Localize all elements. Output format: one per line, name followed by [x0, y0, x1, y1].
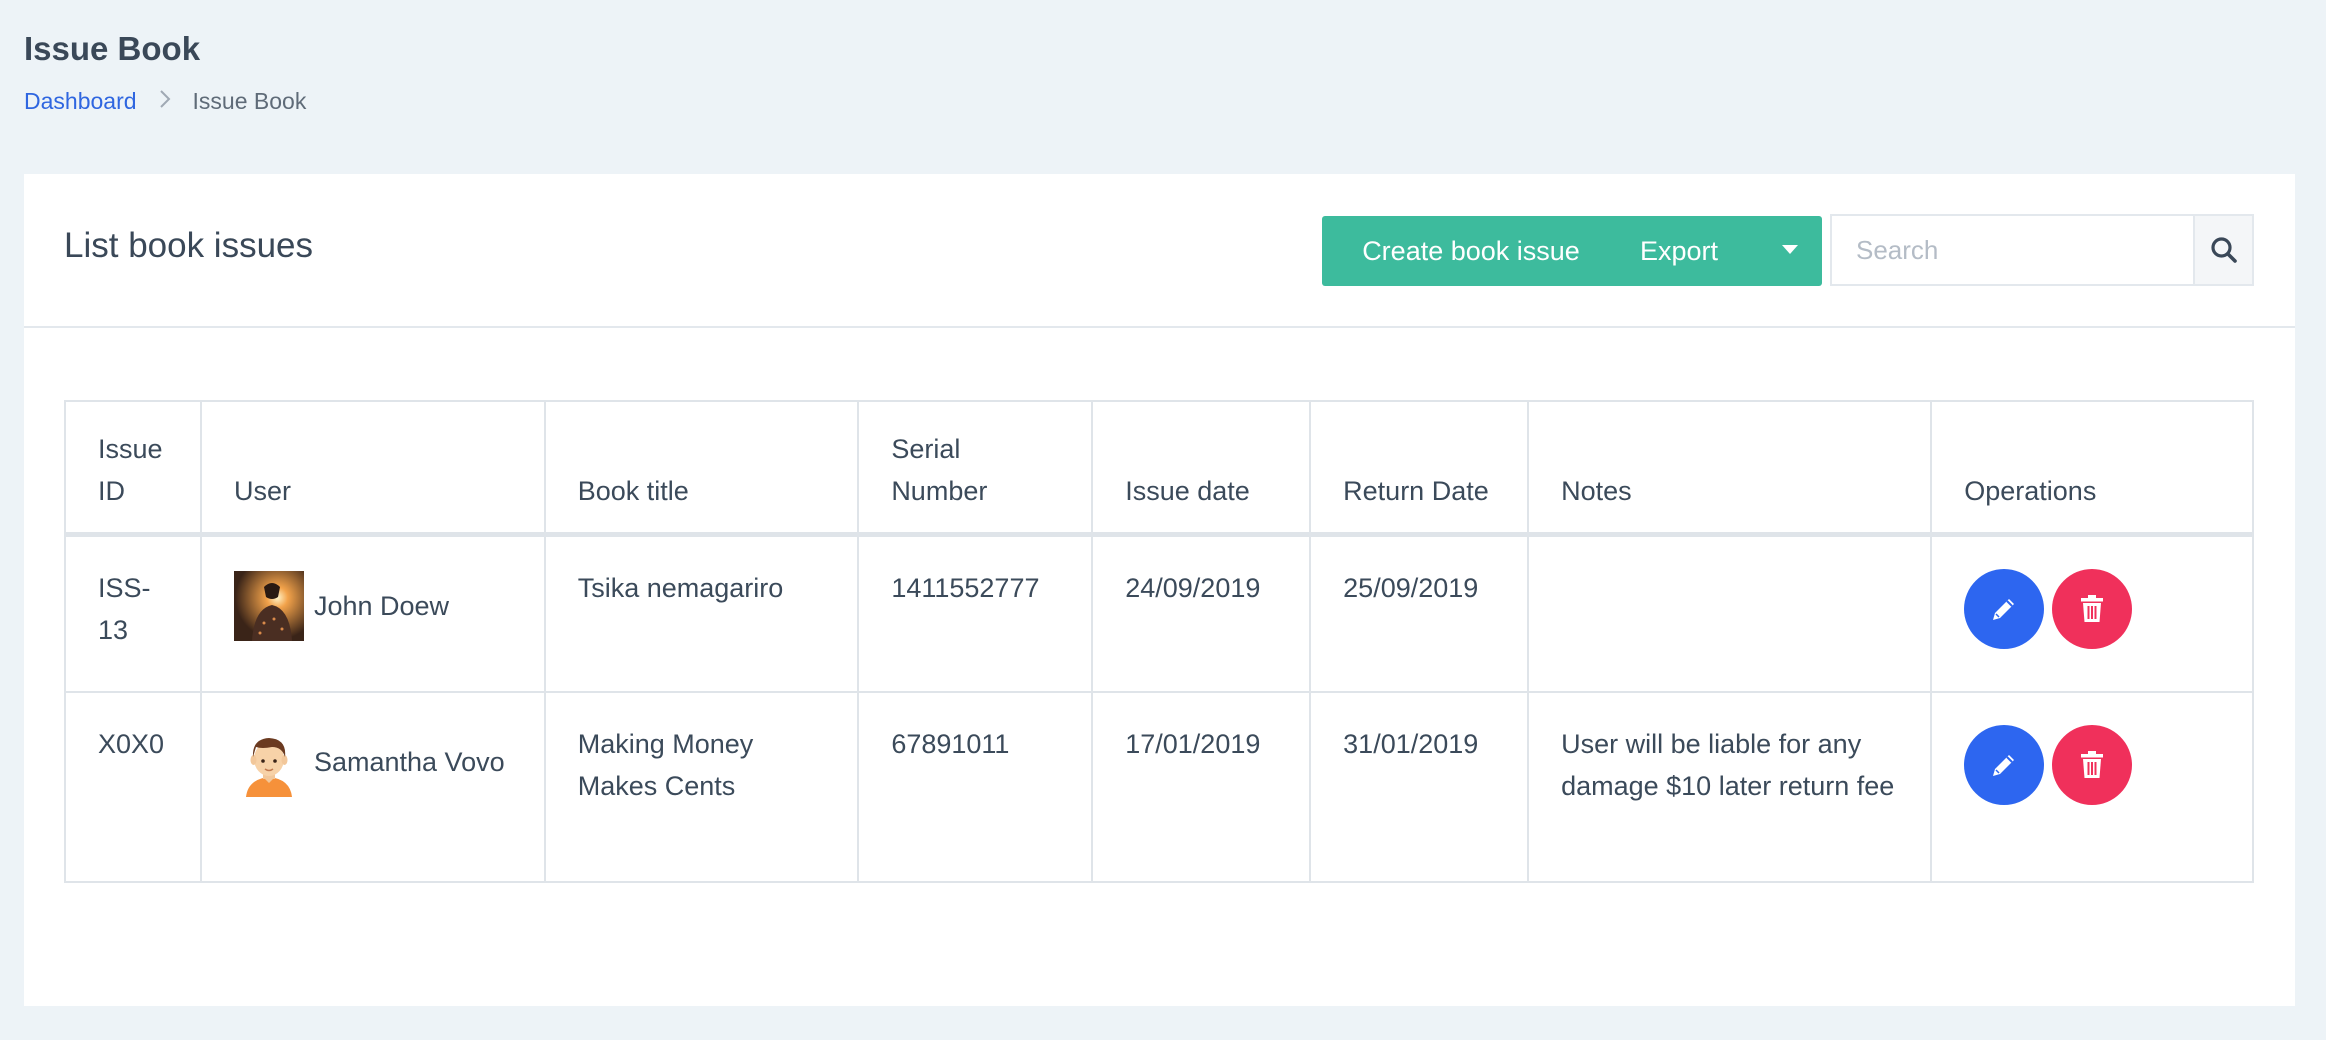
cell-return-date: 25/09/2019 [1309, 533, 1530, 693]
page-header: Issue Book Dashboard Issue Book [24, 30, 306, 115]
user-avatar [245, 738, 292, 797]
chevron-right-icon [159, 89, 171, 115]
trash-icon [2081, 595, 2104, 622]
column-header-operations: Operations [1930, 400, 2254, 536]
user-name: John Doew [313, 591, 450, 621]
user-name: Samantha Vovo [313, 747, 505, 777]
caret-down-icon [1782, 245, 1798, 254]
cell-notes: User will be liable for any damage $10 l… [1527, 691, 1933, 883]
export-dropdown-button[interactable]: Export [1614, 216, 1822, 286]
column-header-serial-number[interactable]: Serial Number [857, 400, 1094, 536]
column-header-book-title[interactable]: Book title [543, 400, 860, 536]
cell-user: John Doew [199, 533, 546, 693]
cell-operations [1930, 533, 2254, 693]
cell-notes [1527, 533, 1933, 693]
cell-book-title: Making Money Makes Cents [543, 691, 860, 883]
column-header-user[interactable]: User [199, 400, 546, 536]
page-title: Issue Book [24, 30, 201, 67]
column-header-issue-date[interactable]: Issue date [1091, 400, 1312, 536]
delete-button[interactable] [2052, 725, 2133, 805]
table-row: X0X0 Samantha Vovo Making Money Makes Ce… [64, 691, 2254, 883]
book-issues-card: List book issues Create book issue Expor… [24, 174, 2295, 1006]
cell-operations [1930, 691, 2254, 883]
column-header-issue-id[interactable]: Issue ID [64, 400, 202, 536]
cell-issue-id: X0X0 [64, 691, 202, 883]
breadcrumb-dashboard-link[interactable]: Dashboard [24, 88, 137, 115]
breadcrumb-current: Issue Book [192, 88, 307, 114]
user-avatar [233, 571, 304, 641]
cell-return-date: 31/01/2019 [1309, 691, 1530, 883]
book-issues-table: Issue ID User Book title Serial Number I… [64, 400, 2254, 883]
column-header-notes[interactable]: Notes [1527, 400, 1933, 536]
search-group [1830, 214, 2254, 286]
cell-book-title: Tsika nemagariro [543, 533, 860, 693]
cell-user: Samantha Vovo [199, 691, 546, 883]
search-icon [2210, 237, 2237, 263]
cell-issue-id: ISS-13 [64, 533, 202, 693]
create-book-issue-button[interactable]: Create book issue [1322, 216, 1620, 286]
card-header: List book issues Create book issue Expor… [24, 174, 2295, 328]
breadcrumb: Dashboard Issue Book [24, 88, 306, 115]
cell-serial-number: 1411552777 [857, 533, 1094, 693]
edit-button[interactable] [1964, 725, 2045, 805]
search-input[interactable] [1832, 216, 2193, 284]
cell-issue-date: 17/01/2019 [1091, 691, 1312, 883]
table-row: ISS-13 John Doew Tsika nemagariro 141155… [64, 533, 2254, 693]
edit-button[interactable] [1964, 569, 2045, 649]
export-label: Export [1640, 235, 1719, 266]
search-button[interactable] [2193, 216, 2252, 284]
cell-issue-date: 24/09/2019 [1091, 533, 1312, 693]
cell-serial-number: 67891011 [857, 691, 1094, 883]
table-header-row: Issue ID User Book title Serial Number I… [64, 400, 2254, 536]
delete-button[interactable] [2052, 569, 2133, 649]
pencil-icon [1993, 755, 2015, 776]
trash-icon [2081, 751, 2104, 778]
card-title: List book issues [64, 226, 314, 265]
pencil-icon [1993, 599, 2015, 620]
column-header-return-date[interactable]: Return Date [1309, 400, 1530, 536]
